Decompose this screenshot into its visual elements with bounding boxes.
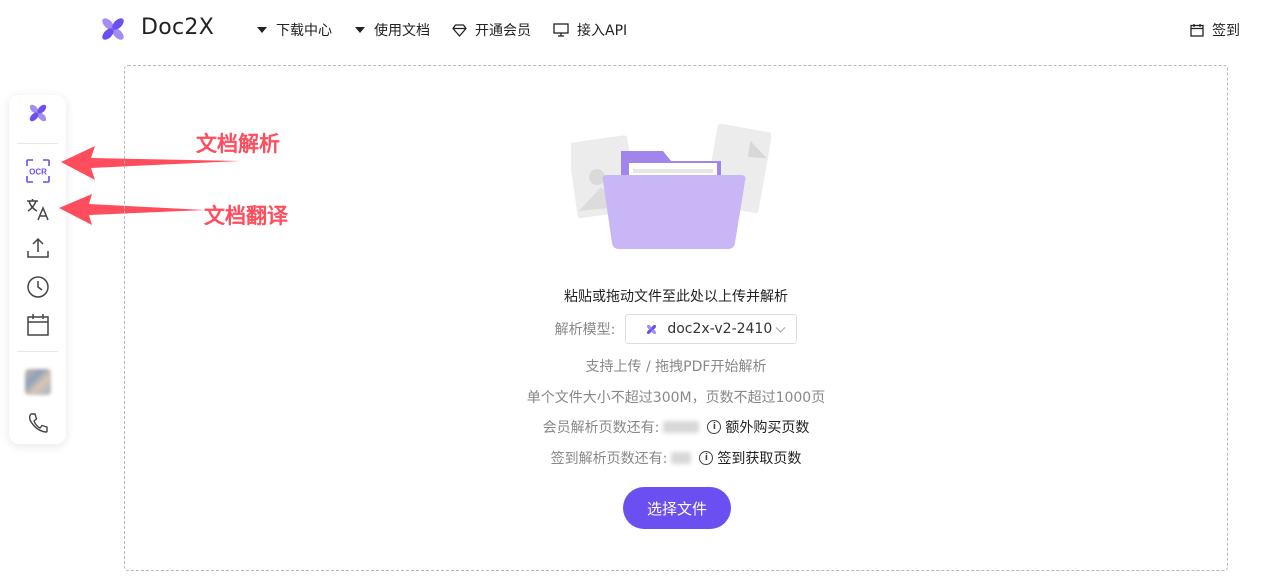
history-icon <box>27 276 49 298</box>
sidebar-divider <box>17 351 58 352</box>
ocr-icon: OCR <box>26 159 50 183</box>
nav-label: 下载中心 <box>276 23 332 39</box>
sidebar-item-upload[interactable] <box>25 235 51 261</box>
chevron-down-icon <box>775 327 786 333</box>
nav-membership[interactable]: 开通会员 <box>452 20 531 40</box>
model-row: 解析模型: doc2x-v2-2410 <box>125 314 1227 344</box>
top-nav: 下载中心 使用文档 开通会员 接入API <box>256 20 649 40</box>
top-header: Doc2X 下载中心 使用文档 开通会员 接入API 签到 <box>0 0 1280 60</box>
nav-label: 接入API <box>577 23 628 39</box>
sidebar-item-history[interactable] <box>25 274 51 300</box>
model-select[interactable]: doc2x-v2-2410 <box>625 314 798 344</box>
signin-button[interactable]: 签到 <box>1190 20 1240 40</box>
nav-label: 使用文档 <box>374 23 430 39</box>
caret-down-icon <box>355 27 365 33</box>
nav-docs[interactable]: 使用文档 <box>354 20 430 40</box>
translate-icon <box>27 199 49 221</box>
monitor-icon <box>553 23 569 37</box>
model-value: doc2x-v2-2410 <box>667 321 773 337</box>
diamond-icon <box>452 23 467 37</box>
folder-illustration-icon <box>571 123 771 249</box>
svg-text:OCR: OCR <box>29 168 47 177</box>
sidebar-item-translate[interactable] <box>25 196 51 222</box>
support-text: 支持上传 / 拖拽PDF开始解析 <box>585 359 767 375</box>
sidebar-divider <box>17 143 58 144</box>
sidebar-item-avatar[interactable] <box>25 369 51 395</box>
choose-file-button[interactable]: 选择文件 <box>623 487 731 529</box>
nav-api[interactable]: 接入API <box>553 20 627 40</box>
avatar <box>25 369 51 395</box>
brand-name[interactable]: Doc2X <box>141 15 214 40</box>
phone-icon <box>28 413 48 433</box>
signin-quota-label: 签到解析页数还有: <box>550 451 668 467</box>
sidebar-item-calendar[interactable] <box>25 312 51 338</box>
sidebar-logo[interactable] <box>25 100 51 126</box>
model-logo-icon <box>647 324 657 334</box>
limit-text: 单个文件大小不超过300M，页数不超过1000页 <box>526 390 826 406</box>
signin-label: 签到 <box>1212 23 1240 39</box>
buy-pages-link[interactable]: 额外购买页数 <box>725 417 809 437</box>
sidebar-item-contact[interactable] <box>25 410 51 436</box>
info-icon[interactable]: i <box>699 451 714 465</box>
drop-prompt: 粘贴或拖动文件至此处以上传并解析 <box>564 289 788 305</box>
sidebar-item-ocr[interactable]: OCR <box>25 158 51 184</box>
signin-quota-value <box>671 452 692 464</box>
member-quota-label: 会员解析页数还有: <box>542 420 660 436</box>
upload-icon <box>27 237 49 258</box>
nav-label: 开通会员 <box>475 23 531 39</box>
doc2x-logo-icon[interactable] <box>100 16 126 42</box>
nav-download-center[interactable]: 下载中心 <box>256 20 332 40</box>
signin-pages-link[interactable]: 签到获取页数 <box>717 448 801 468</box>
upload-dropzone[interactable]: 粘贴或拖动文件至此处以上传并解析 解析模型: doc2x-v2-2410 支持上… <box>124 65 1228 571</box>
caret-down-icon <box>257 27 267 33</box>
model-label: 解析模型: <box>554 322 616 338</box>
calendar-icon <box>1190 24 1204 37</box>
member-quota-value <box>663 421 700 433</box>
calendar-icon <box>27 314 49 336</box>
info-icon[interactable]: i <box>707 420 722 434</box>
signin-quota-row: 签到解析页数还有: i 签到获取页数 <box>125 448 1227 468</box>
logo-icon <box>29 104 47 122</box>
member-quota-row: 会员解析页数还有: i 额外购买页数 <box>125 417 1227 437</box>
